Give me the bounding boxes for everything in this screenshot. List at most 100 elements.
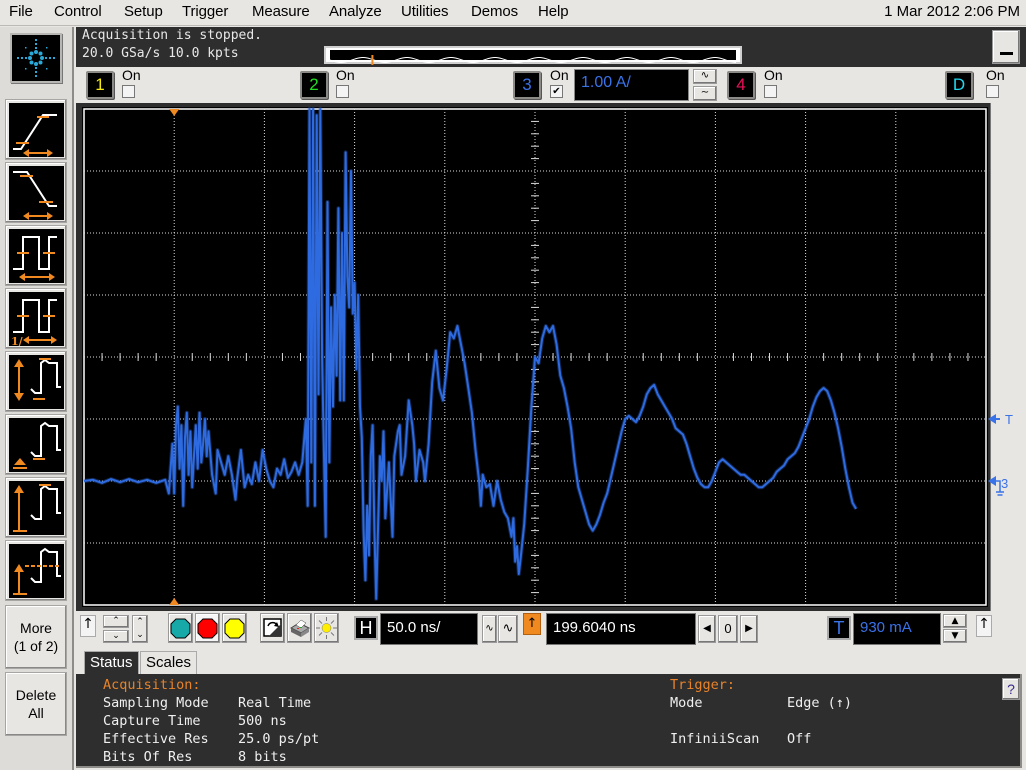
marker-panel [990,103,1026,611]
rise-time-button[interactable] [5,99,67,160]
average-icon [13,547,61,595]
channel-3-label: 3 [522,75,532,94]
delete-all-button[interactable]: Delete All [5,672,67,736]
trigger-heading: Trigger: [670,677,736,693]
trigger-slope-button[interactable]: ↑ [976,615,992,637]
stop-button[interactable] [195,613,220,643]
frequency-button[interactable]: 1/ [5,288,67,349]
menu-analyze[interactable]: Analyze [329,3,382,20]
menu-measure[interactable]: Measure [252,3,310,20]
channel-2-button[interactable]: 2 [300,71,328,99]
print-button[interactable] [287,613,312,643]
period-button[interactable] [5,225,67,286]
delete-all-label: All [28,705,44,721]
more-button[interactable]: More (1 of 2) [5,605,67,669]
vpp-button[interactable] [5,351,67,412]
timebase-coarse-button[interactable]: ∿ [498,615,518,643]
memory-timeline-bar[interactable] [324,46,742,65]
agilent-spark-icon [17,39,55,77]
channel-4-checkbox[interactable] [764,85,777,98]
trigger-level-up-button[interactable]: ▲ [943,614,967,628]
channel-2-on-label: On [336,67,355,83]
more-label: More [20,620,52,636]
channel-4-on-label: On [764,67,783,83]
clear-display-icon [263,618,282,637]
trigger-level-down-button[interactable]: ▼ [943,629,967,643]
status-key: Capture Time [103,713,201,729]
menu-utilities[interactable]: Utilities [401,3,449,20]
single-button[interactable] [222,613,247,643]
run-button[interactable] [168,613,193,643]
channel-2-checkbox[interactable] [336,85,349,98]
scroll-down-button[interactable]: ⌄ [103,630,129,643]
channel-4-button[interactable]: 4 [727,71,755,99]
clear-display-button[interactable] [260,613,285,643]
vmax-button[interactable] [5,477,67,538]
trigger-button[interactable]: T [827,616,851,640]
channel-1-button[interactable]: 1 [86,71,114,99]
trigger-level-marker[interactable]: T [988,412,1013,427]
channel-3-on-label: On [550,67,569,83]
channel-3-scale-field[interactable]: 1.00 A/ [574,69,689,101]
brightness-button[interactable] [314,613,339,643]
digital-channel-button[interactable]: D [945,71,973,99]
trigger-level-field[interactable]: 930 mA [853,613,941,645]
status-value: Edge (↑) [787,695,853,711]
menu-setup[interactable]: Setup [124,3,163,20]
waveform-display[interactable] [82,107,988,607]
menu-demos[interactable]: Demos [471,3,518,20]
menu-bar: File Control Setup Trigger Measure Analy… [0,0,1026,26]
scroll-toggle-button[interactable]: ⌃ ⌄ [132,615,148,643]
delay-zero-button[interactable]: 0 [718,615,738,643]
control-row: ↑ ⌃ ⌄ ⌃ ⌄ H 50.0 ns/ ∿ ∿ ↑ 199.6040 ns ◀… [76,611,1026,649]
triangle-left-icon: ◀ [703,623,711,634]
ground-label: 3 [1001,476,1008,491]
channel-4-label: 4 [736,75,746,94]
menu-help[interactable]: Help [538,3,569,20]
vmin-button[interactable] [5,414,67,475]
scale-fine-button[interactable]: ∿ [693,69,717,84]
maximum-icon [13,484,61,532]
triangle-up-icon: ▲ [951,616,959,626]
horizontal-button[interactable]: H [354,616,378,640]
timebase-field[interactable]: 50.0 ns/ [380,613,478,645]
sine-coarse-icon: ∼ [700,87,710,98]
up-arrow-icon: ↑ [82,616,94,632]
trigger-position-button[interactable]: ↑ [523,613,541,635]
delay-right-button[interactable]: ▶ [740,615,758,643]
logo-button[interactable] [10,33,62,83]
digital-on-label: On [986,67,1005,83]
chevron-up-down-icon: ⌃ ⌄ [136,617,144,640]
channel-1-checkbox[interactable] [122,85,135,98]
triangle-down-icon: ▼ [951,631,959,641]
timebase-fine-button[interactable]: ∿ [482,615,497,643]
status-value: Off [787,731,812,747]
menu-file[interactable]: File [9,3,33,20]
status-value: 500 ns [238,713,287,729]
stop-octagon-icon [197,618,218,639]
measurement-sidebar: 1/ More (1 of 2) Delete All [0,27,74,770]
run-octagon-icon [170,618,191,639]
ground-marker[interactable]: 3 [988,476,1008,496]
delay-field[interactable]: 199.6040 ns [546,613,696,645]
tab-scales[interactable]: Scales [140,651,198,675]
run-direction-button[interactable]: ↑ [80,615,96,637]
scroll-up-button[interactable]: ⌃ [103,615,129,628]
digital-checkbox[interactable] [986,85,999,98]
status-key: Effective Res [103,731,209,747]
delay-zero-label: 0 [724,621,732,636]
channel-3-button[interactable]: 3 [513,71,541,99]
delay-left-button[interactable]: ◀ [698,615,716,643]
menu-trigger[interactable]: Trigger [182,3,228,20]
panel-tabs: Status Scales [76,649,1026,675]
vavg-button[interactable] [5,540,67,601]
tab-status[interactable]: Status [84,651,139,675]
minimize-button[interactable] [992,30,1020,64]
menu-control[interactable]: Control [54,3,102,20]
scale-coarse-button[interactable]: ∼ [693,86,717,101]
fall-time-button[interactable] [5,162,67,223]
help-button[interactable]: ? [1002,678,1020,700]
acquisition-status: Acquisition is stopped. [82,28,263,43]
channel-3-checkbox[interactable]: ✔ [550,85,563,98]
peak-to-peak-icon [14,358,61,401]
